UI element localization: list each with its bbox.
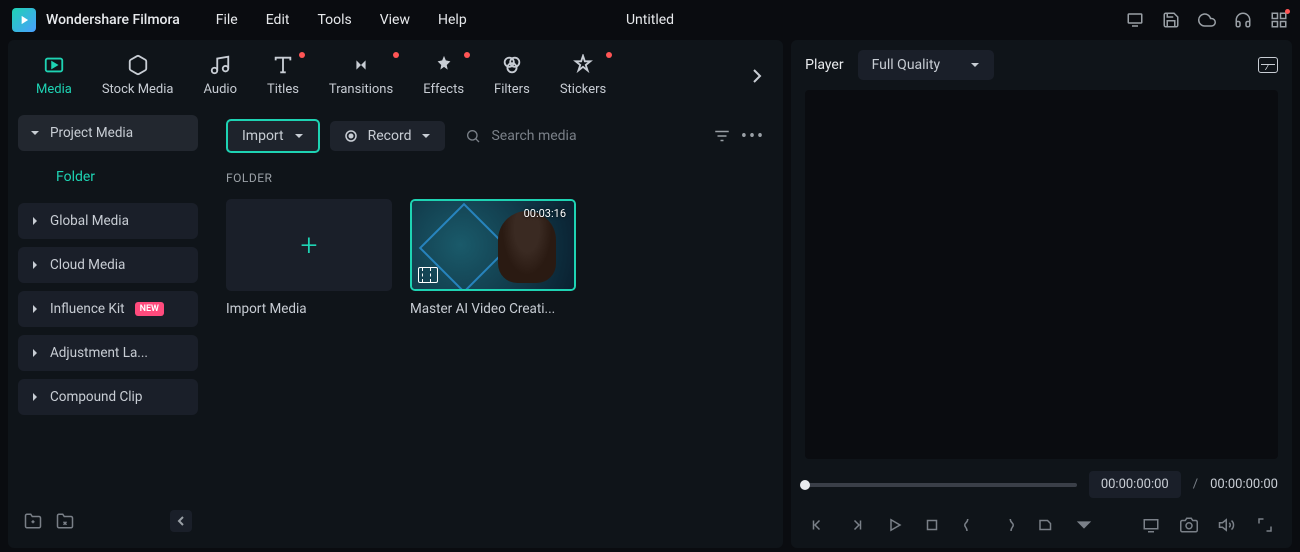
sidebar-item-global-media[interactable]: Global Media: [18, 203, 198, 239]
tab-stock-media[interactable]: Stock Media: [88, 50, 188, 101]
mark-out-button[interactable]: [999, 516, 1017, 534]
app-logo: [12, 8, 36, 32]
menu-view[interactable]: View: [380, 12, 410, 28]
sidebar-item-project-media[interactable]: Project Media: [18, 115, 198, 151]
clip-title: Master AI Video Creati...: [410, 301, 576, 317]
tab-filters[interactable]: Filters: [480, 50, 544, 101]
delete-folder-icon[interactable]: [56, 512, 74, 530]
filter-icon[interactable]: [713, 127, 731, 145]
media-clip-card[interactable]: 00:03:16 Master AI Video Creati...: [410, 199, 576, 317]
import-media-card[interactable]: + Import Media: [226, 199, 392, 317]
save-icon[interactable]: [1162, 11, 1180, 29]
tab-transitions-label: Transitions: [329, 82, 393, 97]
import-button[interactable]: Import: [226, 119, 320, 153]
record-label: Record: [368, 128, 412, 144]
search-input[interactable]: [491, 128, 692, 144]
display-icon[interactable]: [1126, 11, 1144, 29]
section-label: FOLDER: [226, 171, 765, 185]
sidebar-item-adjustment-layer[interactable]: Adjustment La...: [18, 335, 198, 371]
tab-stock-label: Stock Media: [102, 82, 174, 97]
plus-icon: +: [301, 228, 318, 263]
marker-button[interactable]: [1037, 516, 1055, 534]
record-button[interactable]: Record: [330, 121, 446, 151]
fullscreen-button[interactable]: [1256, 516, 1274, 534]
sidebar-collapse-button[interactable]: [170, 510, 192, 532]
clip-type-icon: [418, 267, 438, 283]
sidebar-item-label: Cloud Media: [50, 257, 125, 273]
import-label: Import: [242, 128, 284, 144]
tab-media-label: Media: [36, 82, 72, 97]
tab-stickers-label: Stickers: [560, 82, 606, 97]
menu-edit[interactable]: Edit: [266, 12, 290, 28]
tabs-more-button[interactable]: [745, 64, 769, 88]
sidebar-item-label: Compound Clip: [50, 389, 142, 405]
current-time: 00:00:00:00: [1089, 471, 1181, 498]
tab-stickers[interactable]: Stickers: [546, 50, 620, 101]
tab-effects-label: Effects: [423, 82, 464, 97]
sidebar-item-compound-clip[interactable]: Compound Clip: [18, 379, 198, 415]
scrub-handle[interactable]: [800, 480, 810, 490]
quality-value: Full Quality: [872, 57, 941, 73]
next-frame-button[interactable]: [847, 516, 865, 534]
sidebar-folder[interactable]: Folder: [18, 159, 198, 195]
tab-media[interactable]: Media: [22, 50, 86, 101]
quality-dropdown[interactable]: Full Quality: [858, 50, 995, 80]
clip-duration: 00:03:16: [524, 207, 566, 220]
tab-audio[interactable]: Audio: [190, 50, 251, 101]
sidebar-item-label: Influence Kit: [50, 301, 125, 317]
tab-transitions[interactable]: Transitions: [315, 50, 407, 101]
menu-tools[interactable]: Tools: [317, 12, 351, 28]
cloud-icon[interactable]: [1198, 11, 1216, 29]
new-badge: NEW: [135, 302, 164, 316]
play-button[interactable]: [885, 516, 903, 534]
new-folder-icon[interactable]: [24, 512, 42, 530]
apps-icon[interactable]: [1270, 11, 1288, 29]
sidebar-item-cloud-media[interactable]: Cloud Media: [18, 247, 198, 283]
tab-effects[interactable]: Effects: [409, 50, 478, 101]
camera-button[interactable]: [1180, 516, 1198, 534]
stop-button[interactable]: [923, 516, 941, 534]
project-title: Untitled: [626, 12, 674, 28]
sidebar-item-label: Global Media: [50, 213, 129, 229]
scrubber[interactable]: [805, 483, 1077, 487]
volume-button[interactable]: [1218, 516, 1236, 534]
more-options-button[interactable]: •••: [741, 126, 765, 147]
tab-filters-label: Filters: [494, 82, 530, 97]
menu-file[interactable]: File: [216, 12, 238, 28]
snapshot-icon[interactable]: [1258, 57, 1278, 73]
tab-titles[interactable]: Titles: [253, 50, 313, 101]
app-name: Wondershare Filmora: [46, 12, 180, 28]
time-separator: /: [1193, 477, 1198, 492]
player-viewport[interactable]: [805, 90, 1278, 459]
player-label: Player: [805, 57, 843, 73]
display-mode-button[interactable]: [1142, 516, 1160, 534]
marker-dropdown[interactable]: [1075, 516, 1093, 534]
mark-in-button[interactable]: [961, 516, 979, 534]
headphones-icon[interactable]: [1234, 11, 1252, 29]
search-icon: [465, 128, 481, 144]
total-time: 00:00:00:00: [1210, 477, 1278, 492]
tab-audio-label: Audio: [204, 82, 237, 97]
import-card-label: Import Media: [226, 301, 392, 317]
sidebar-item-label: Adjustment La...: [50, 345, 148, 361]
menu-help[interactable]: Help: [438, 12, 467, 28]
sidebar-item-influence-kit[interactable]: Influence Kit NEW: [18, 291, 198, 327]
tab-titles-label: Titles: [267, 82, 299, 97]
prev-frame-button[interactable]: [809, 516, 827, 534]
sidebar-item-label: Project Media: [50, 125, 133, 141]
